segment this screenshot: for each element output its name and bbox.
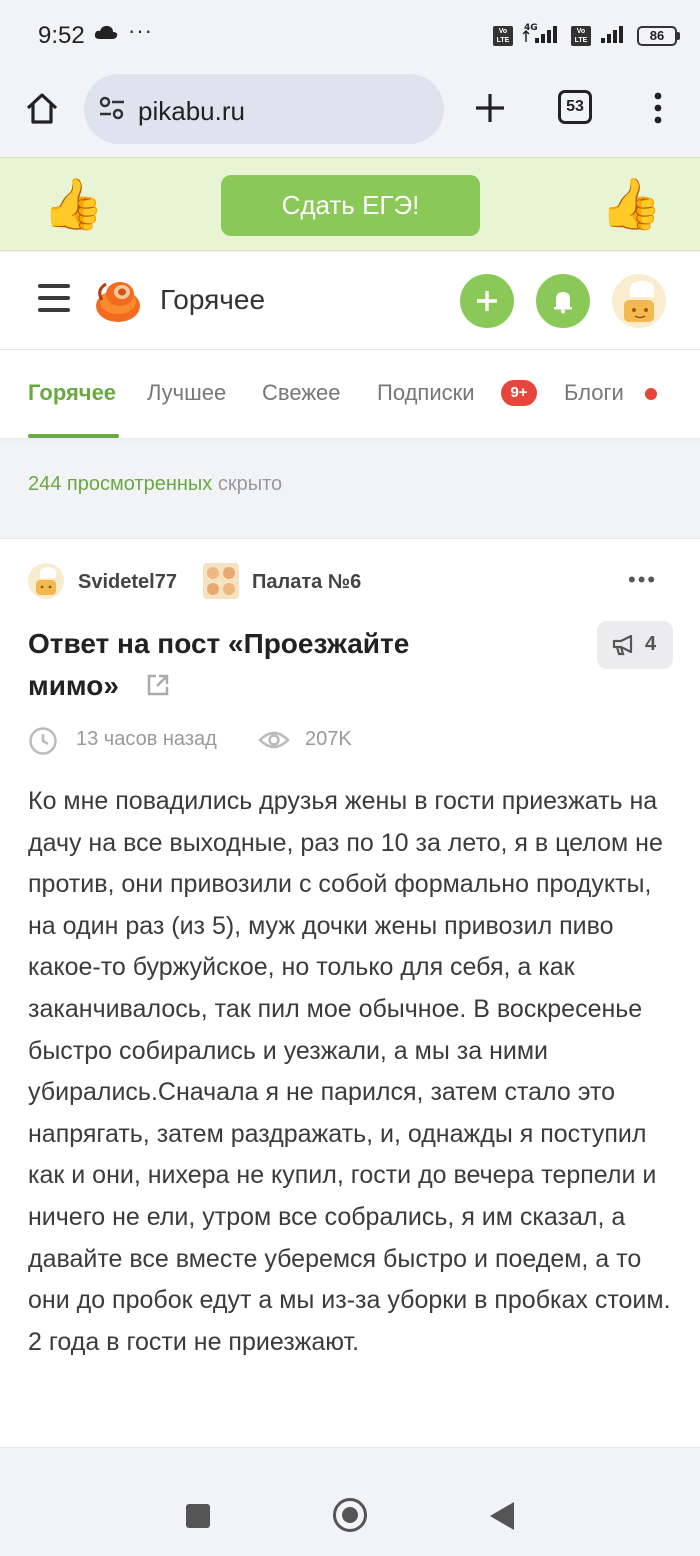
bell-icon: [554, 292, 572, 314]
promo-banner: 👍 Сдать ЕГЭ! 👍: [0, 157, 700, 251]
menu-icon-line: [38, 284, 70, 288]
community-name[interactable]: Палата №6: [252, 571, 361, 594]
battery-icon: 86: [637, 25, 680, 46]
thumbs-up-icon: 👍: [42, 176, 105, 232]
active-tab-indicator: [28, 434, 119, 438]
url-text: pikabu.ru: [138, 96, 245, 126]
cloud-icon: [94, 24, 118, 45]
home-button[interactable]: [24, 90, 60, 130]
post-views: 207K: [305, 728, 352, 750]
comments-button[interactable]: 4: [597, 621, 673, 669]
volte-icon: Vo LTE: [493, 25, 513, 46]
status-more-dots: ···: [128, 18, 153, 43]
post-more-icon[interactable]: •••: [628, 567, 657, 593]
promo-button[interactable]: Сдать ЕГЭ!: [221, 175, 480, 236]
volte-icon-2: Vo LTE: [571, 25, 591, 46]
post-time: 13 часов назад: [76, 728, 217, 750]
tab-hot[interactable]: Горячее: [28, 380, 116, 406]
author-avatar[interactable]: [28, 563, 64, 599]
post-title-text: Ответ на пост «Проезжайте мимо»: [28, 628, 410, 701]
status-time: 9:52: [38, 22, 85, 49]
tab-subscriptions[interactable]: Подписки: [377, 380, 475, 406]
signal-icon-2: [599, 22, 629, 49]
menu-icon-line: [38, 296, 70, 300]
notifications-button[interactable]: [536, 274, 590, 328]
recent-apps-icon[interactable]: [186, 1504, 210, 1528]
viewed-suffix: скрыто: [212, 473, 283, 495]
home-nav-icon[interactable]: [333, 1498, 367, 1532]
status-indicators: Vo LTE 4G Vo LTE 86: [493, 22, 680, 49]
megaphone-icon: [612, 634, 633, 656]
more-vertical-icon: [654, 92, 662, 124]
viewed-count: 244 просмотренных: [28, 473, 213, 495]
site-settings-icon[interactable]: [98, 96, 126, 125]
post-card: Svidetel77 Палата №6 ••• Ответ на пост «…: [0, 538, 700, 1448]
post-title[interactable]: Ответ на пост «Проезжайте мимо»: [28, 623, 498, 707]
user-avatar[interactable]: [612, 274, 666, 328]
blogs-new-dot-icon: [645, 388, 657, 400]
address-bar[interactable]: pikabu.ru: [84, 74, 444, 144]
battery-level: 86: [637, 25, 677, 46]
plus-icon: [477, 291, 497, 311]
page-title: Горячее: [160, 284, 266, 315]
viewed-hidden-notice[interactable]: 244 просмотренных скрыто: [28, 473, 282, 496]
tab-fresh[interactable]: Свежее: [262, 380, 341, 406]
feed-tabs: Горячее Лучшее Свежее Подписки 9+ Блоги: [0, 350, 700, 438]
menu-button[interactable]: [38, 284, 70, 316]
eye-icon: [258, 731, 290, 749]
signal-icon: 4G: [521, 22, 563, 49]
status-bar: 9:52 ··· Vo LTE 4G Vo LTE 86: [0, 0, 700, 70]
tab-blogs[interactable]: Блоги: [564, 380, 624, 406]
browser-toolbar: pikabu.ru 53: [0, 70, 700, 156]
add-post-button[interactable]: [460, 274, 514, 328]
tab-switcher-button[interactable]: 53: [558, 90, 592, 124]
browser-menu-button[interactable]: [652, 92, 664, 124]
community-avatar[interactable]: [203, 563, 239, 599]
subscriptions-badge: 9+: [501, 380, 537, 406]
thumbs-up-icon: 👍: [600, 176, 663, 232]
author-name[interactable]: Svidetel77: [78, 571, 177, 594]
external-link-icon[interactable]: [145, 668, 171, 696]
plus-icon: [476, 94, 504, 122]
tab-best[interactable]: Лучшее: [147, 380, 226, 406]
new-tab-button[interactable]: [472, 90, 508, 126]
system-nav-bar: [0, 1474, 700, 1556]
site-header: Горячее: [0, 252, 700, 350]
pikabu-logo-icon[interactable]: [94, 276, 144, 326]
comments-count: 4: [645, 633, 657, 655]
clock-icon: [29, 727, 57, 755]
post-body: Ко мне повадились друзья жены в гости пр…: [28, 787, 671, 1356]
menu-icon-line: [38, 308, 70, 312]
back-nav-icon[interactable]: [490, 1502, 514, 1530]
home-icon: [26, 93, 58, 124]
